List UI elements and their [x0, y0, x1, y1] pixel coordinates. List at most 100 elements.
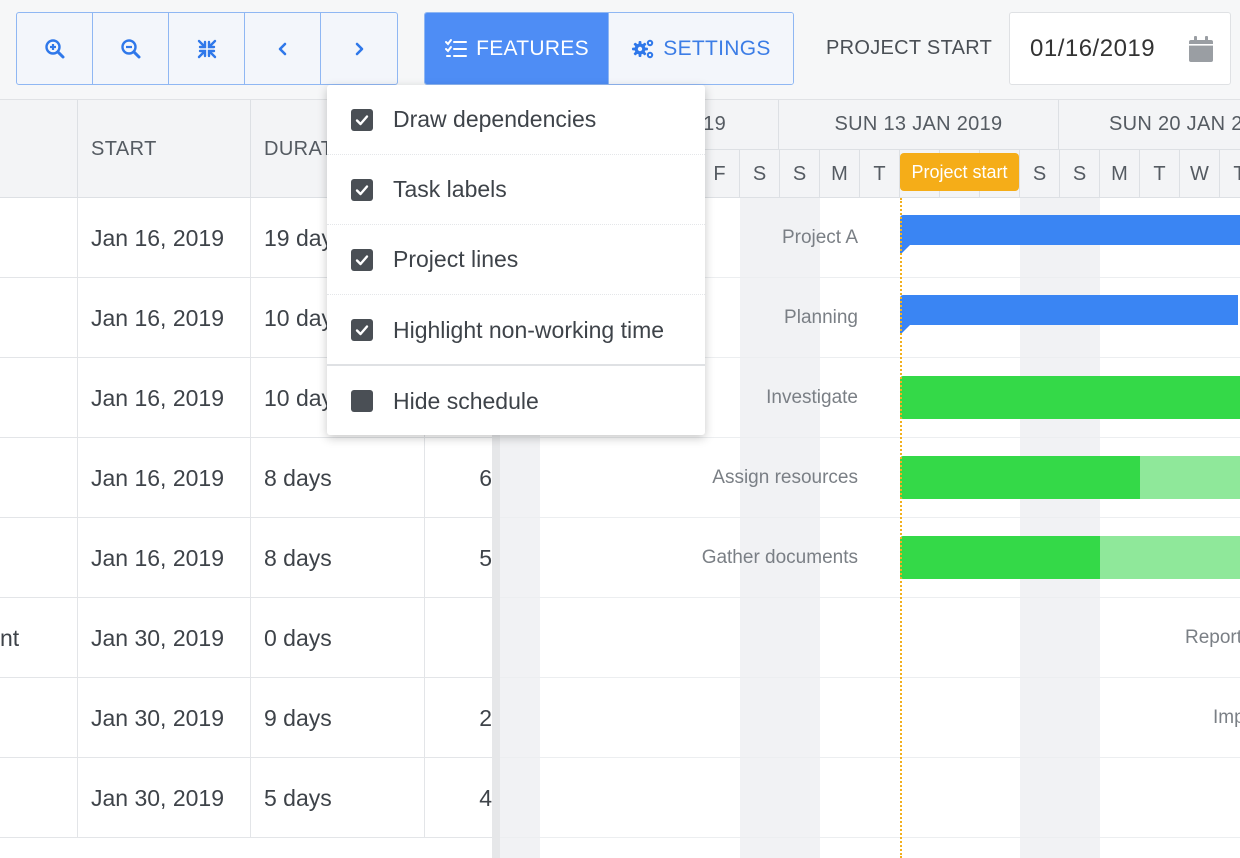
- features-menu-item[interactable]: Hide schedule: [327, 366, 705, 436]
- project-start-date-value: 01/16/2019: [1030, 34, 1156, 62]
- table-row[interactable]: nt Jan 30, 2019 0 days: [0, 598, 492, 678]
- cell-start: Jan 16, 2019: [78, 518, 251, 598]
- cell-extra: [425, 598, 492, 678]
- features-menu-item[interactable]: Task labels: [327, 155, 705, 225]
- column-header-name[interactable]: [0, 100, 78, 198]
- week-header: SUN 13 JAN 2019: [779, 100, 1059, 150]
- cell-name: [0, 678, 78, 758]
- schedule-row: Assign resources: [500, 438, 1240, 518]
- features-settings-group: FEATURES SETTINGS: [424, 12, 794, 85]
- schedule-row: Report: [500, 598, 1240, 678]
- day-header: T: [1220, 150, 1240, 198]
- project-start-date-field[interactable]: 01/16/2019: [1009, 12, 1231, 85]
- task-label: Implementation: [1213, 707, 1240, 728]
- next-button[interactable]: [321, 13, 397, 84]
- previous-button[interactable]: [245, 13, 321, 84]
- cell-name: [0, 438, 78, 518]
- checkbox-checked-icon[interactable]: [351, 178, 373, 201]
- parent-task-bar[interactable]: [900, 215, 1240, 245]
- cell-start: Jan 30, 2019: [78, 678, 251, 758]
- day-header: S: [780, 150, 820, 198]
- gears-icon: [632, 39, 654, 58]
- day-header: S: [1060, 150, 1100, 198]
- cell-name: [0, 758, 78, 838]
- column-header-start[interactable]: START: [78, 100, 251, 198]
- cell-name: [0, 198, 78, 278]
- cell-start: Jan 16, 2019: [78, 358, 251, 438]
- chevron-right-icon: [355, 42, 364, 55]
- project-start-flag[interactable]: Project start: [900, 153, 1019, 191]
- cell-start: Jan 16, 2019: [78, 278, 251, 358]
- navigation-button-group: [16, 12, 398, 85]
- table-row[interactable]: Jan 30, 2019 9 days 2: [0, 678, 492, 758]
- table-row[interactable]: Jan 16, 2019 8 days 5: [0, 518, 492, 598]
- cell-duration: 8 days: [251, 518, 425, 598]
- cell-extra: 2: [479, 704, 492, 731]
- day-header: S: [740, 150, 780, 198]
- week-header: SUN 20 JAN 2019: [1059, 100, 1240, 150]
- cell-start: Jan 30, 2019: [78, 758, 251, 838]
- zoom-out-icon: [120, 38, 140, 58]
- cell-start: Jan 16, 2019: [78, 438, 251, 518]
- zoom-to-fit-button[interactable]: [169, 13, 245, 84]
- cell-duration: 5 days: [251, 758, 425, 838]
- cell-duration: 8 days: [251, 438, 425, 518]
- day-header: T: [1140, 150, 1180, 198]
- cell-start: Jan 16, 2019: [78, 198, 251, 278]
- cell-extra: 4: [479, 784, 492, 811]
- checkbox-checked-icon[interactable]: [351, 108, 373, 131]
- cell-name: [0, 358, 78, 438]
- checklist-icon: [445, 38, 468, 57]
- cell-duration: 0 days: [251, 598, 425, 678]
- task-label: Report: [1185, 627, 1240, 648]
- features-menu: Draw dependencies Task labels Project line…: [327, 85, 705, 435]
- settings-button[interactable]: SETTINGS: [608, 13, 793, 84]
- task-label: Investigate: [766, 387, 858, 408]
- parent-task-bar[interactable]: [900, 295, 1238, 325]
- task-label: Planning: [784, 307, 858, 328]
- features-menu-item-label: Highlight non-working time: [393, 316, 665, 343]
- features-menu-item[interactable]: Project lines: [327, 225, 705, 295]
- schedule-row: [500, 758, 1240, 838]
- day-header: F: [700, 150, 740, 198]
- project-start-label: PROJECT START: [826, 37, 993, 59]
- task-bar[interactable]: [900, 456, 1240, 499]
- chevron-left-icon: [278, 42, 286, 55]
- day-header: T: [860, 150, 900, 198]
- project-start-line: [900, 198, 902, 858]
- features-menu-item-label: Hide schedule: [393, 387, 539, 414]
- cell-extra: 6: [479, 464, 492, 491]
- checkbox-unchecked-icon[interactable]: [351, 390, 373, 412]
- features-menu-item-label: Draw dependencies: [393, 106, 597, 132]
- features-button[interactable]: FEATURES: [425, 13, 608, 84]
- features-menu-item[interactable]: Draw dependencies: [327, 85, 705, 155]
- menu-separator: [327, 364, 705, 366]
- table-row[interactable]: Jan 16, 2019 8 days 6: [0, 438, 492, 518]
- checkbox-checked-icon[interactable]: [351, 248, 373, 271]
- cell-name: [0, 278, 78, 358]
- table-row[interactable]: Jan 30, 2019 5 days 4: [0, 758, 492, 838]
- task-bar[interactable]: [900, 376, 1240, 419]
- schedule-row: Gather documents: [500, 518, 1240, 598]
- day-header: S: [1020, 150, 1060, 198]
- cell-duration: 9 days: [251, 678, 425, 758]
- cell-extra: 5: [479, 544, 492, 571]
- schedule-row: Implementation: [500, 678, 1240, 758]
- compress-icon: [197, 39, 216, 58]
- checkbox-checked-icon[interactable]: [351, 319, 373, 341]
- zoom-out-button[interactable]: [93, 13, 169, 84]
- calendar-icon[interactable]: [1188, 35, 1214, 63]
- task-label: Assign resources: [712, 467, 858, 488]
- features-menu-item[interactable]: Highlight non-working time: [327, 295, 705, 365]
- day-header: M: [1100, 150, 1140, 198]
- features-menu-item-label: Task labels: [393, 176, 507, 202]
- cell-name: nt: [0, 598, 78, 678]
- task-bar[interactable]: [900, 536, 1240, 579]
- day-header: M: [820, 150, 860, 198]
- features-button-label: FEATURES: [476, 36, 589, 60]
- settings-button-label: SETTINGS: [663, 36, 771, 60]
- zoom-in-icon: [44, 38, 64, 58]
- zoom-in-button[interactable]: [17, 13, 93, 84]
- task-label: Project A: [781, 227, 858, 248]
- cell-name: [0, 518, 78, 598]
